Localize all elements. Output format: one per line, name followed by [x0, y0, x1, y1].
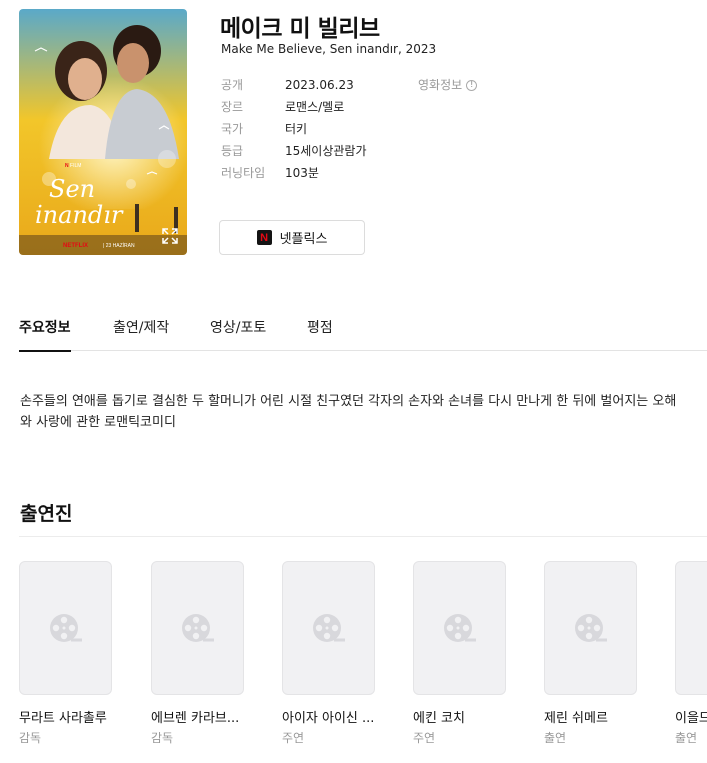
cast-card[interactable]: 에킨 코치 주연: [413, 561, 506, 746]
info-row-runtime: 러닝타임 103분: [221, 164, 367, 186]
cast-card[interactable]: 이을드 출연: [675, 561, 707, 746]
tab-video-photo[interactable]: 영상/포토: [210, 318, 266, 351]
cast-role: 감독: [151, 731, 174, 745]
cast-name: 아이자 아이신 ...: [282, 711, 375, 726]
cast-card[interactable]: 에브렌 카라브... 감독: [151, 561, 244, 746]
cast-role: 출연: [544, 731, 567, 745]
cast-role: 출연: [675, 731, 698, 745]
cast-card[interactable]: 제린 쉬메르 출연: [544, 561, 637, 746]
tab-rating[interactable]: 평점: [307, 318, 333, 351]
movie-subtitle: Make Me Believe, Sen inandır, 2023: [221, 42, 437, 56]
info-row-genre: 장르 로맨스/멜로: [221, 98, 367, 120]
info-key: 장르: [221, 100, 244, 114]
poster-image: Sen inandır N FILM NETFLIX | 23 HAZİRAN: [19, 9, 187, 255]
film-reel-icon: [312, 614, 345, 642]
poster-script-title-line2: inandır: [35, 201, 124, 229]
cast-photo-placeholder: [19, 561, 112, 695]
cast-photo-placeholder: [544, 561, 637, 695]
info-key: 등급: [221, 144, 244, 158]
netflix-logo-icon: N: [256, 230, 272, 245]
synopsis-text: 손주들의 연애를 돕기로 결심한 두 할머니가 어린 시절 친구였던 각자의 손…: [20, 394, 677, 430]
cast-photo-placeholder: [282, 561, 375, 695]
info-value: 2023.06.23: [285, 78, 354, 92]
film-reel-icon: [443, 614, 476, 642]
movie-poster[interactable]: Sen inandır N FILM NETFLIX | 23 HAZİRAN: [19, 9, 187, 255]
poster-brand: NETFLIX: [63, 243, 88, 249]
info-row-country: 국가 터키: [221, 120, 367, 142]
cast-name: 이을드: [675, 711, 707, 726]
cast-photo-placeholder: [675, 561, 707, 695]
movie-info-list: 공개 2023.06.23 장르 로맨스/멜로 국가 터키 등급 15세이상관람…: [221, 76, 367, 186]
poster-film-tag: N FILM: [65, 163, 81, 169]
info-row-release: 공개 2023.06.23: [221, 76, 367, 98]
poster-script-title-line1: Sen: [49, 175, 95, 203]
cast-role: 감독: [19, 731, 42, 745]
cast-name: 에브렌 카라브...: [151, 711, 240, 726]
movie-info-label: 영화정보: [418, 78, 463, 92]
info-icon: !: [466, 79, 478, 91]
cast-photo-placeholder: [151, 561, 244, 695]
cast-name: 에킨 코치: [413, 711, 465, 726]
tab-main-info[interactable]: 주요정보: [19, 318, 71, 352]
movie-info-link[interactable]: 영화정보 !: [418, 76, 478, 94]
film-reel-icon: [181, 614, 214, 642]
cast-role: 주연: [413, 731, 436, 745]
cast-name: 제린 쉬메르: [544, 711, 608, 726]
netflix-watch-button[interactable]: N 넷플릭스: [219, 220, 365, 255]
cast-card[interactable]: 아이자 아이신 ... 주연: [282, 561, 375, 746]
netflix-label: 넷플릭스: [279, 232, 328, 247]
cast-list: 무라트 사라촐루 감독 에브렌 카라브... 감독 아이자 아이신 ... 주연…: [19, 561, 707, 751]
info-value: 15세이상관람가: [285, 144, 367, 158]
poster-date: | 23 HAZİRAN: [103, 242, 135, 249]
expand-icon[interactable]: [159, 225, 181, 247]
info-row-rating: 등급 15세이상관람가: [221, 142, 367, 164]
info-key: 공개: [221, 78, 244, 92]
film-reel-icon: [574, 614, 607, 642]
tab-cast-crew[interactable]: 출연/제작: [113, 318, 169, 351]
info-value: 로맨스/멜로: [285, 100, 345, 114]
film-reel-icon: [49, 614, 82, 642]
cast-name: 무라트 사라촐루: [19, 711, 107, 726]
tab-bar: 주요정보 출연/제작 영상/포토 평점: [19, 318, 707, 352]
info-value: 터키: [285, 122, 308, 136]
cast-photo-placeholder: [413, 561, 506, 695]
cast-section-title: 출연진: [20, 503, 73, 525]
info-value: 103분: [285, 166, 319, 180]
cast-card[interactable]: 무라트 사라촐루 감독: [19, 561, 112, 746]
movie-title: 메이크 미 빌리브: [220, 16, 380, 42]
section-divider: [19, 536, 707, 537]
info-key: 러닝타임: [221, 166, 266, 180]
info-key: 국가: [221, 122, 244, 136]
cast-role: 주연: [282, 731, 305, 745]
